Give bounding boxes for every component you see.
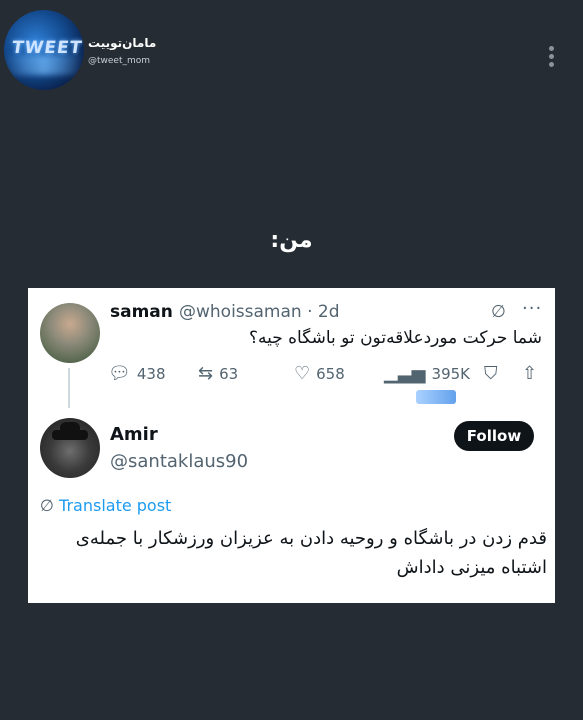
retweet-icon: ⇆ xyxy=(198,363,214,384)
retweet-count: 63 xyxy=(219,364,239,383)
channel-name[interactable]: مامان‌توییت xyxy=(88,36,168,50)
translate-post-link: ∅ Translate post xyxy=(40,496,171,515)
channel-handle[interactable]: @tweet_mom xyxy=(88,56,150,66)
tweet-actions: 💬︎ 438 ⇆ 63 ♡ 658 ▁▃▅ 395K ⛉ ⇧ xyxy=(108,363,548,387)
channel-logo-text: TWEET xyxy=(10,38,84,58)
views-action: ▁▃▅ 395K xyxy=(384,363,470,384)
follow-button: Follow xyxy=(454,421,534,451)
like-action: ♡ 658 xyxy=(294,363,345,384)
thread-line xyxy=(68,368,70,408)
bookmark-icon: ⛉ xyxy=(484,363,498,384)
reply-count: 438 xyxy=(136,364,166,383)
saman-name: saman xyxy=(110,302,173,322)
reply-icon: 💬︎ xyxy=(108,363,131,384)
retweet-action: ⇆ 63 xyxy=(198,363,238,384)
share-icon: ⇧ xyxy=(522,363,538,384)
globe-icon: ∅ xyxy=(40,496,54,515)
hat-brim xyxy=(52,430,88,440)
bookmark-action: ⛉ xyxy=(484,363,498,384)
dot xyxy=(549,62,554,67)
avatar-glow xyxy=(4,55,84,75)
saman-handle: @whoissaman · 2d xyxy=(179,302,340,322)
views-count: 395K xyxy=(431,364,470,383)
more-icon: ··· xyxy=(522,298,543,319)
reply-text: قدم زدن در باشگاه و روحیه دادن به عزیزان… xyxy=(75,528,547,578)
post-caption: من: xyxy=(270,228,313,253)
tweet-screenshot-card: saman @whoissaman · 2d ∅ ··· شما حرکت مو… xyxy=(28,288,555,603)
translate-label: Translate post xyxy=(59,496,172,515)
dot xyxy=(549,46,554,51)
more-options-icon[interactable] xyxy=(549,46,555,70)
amir-handle: @santaklaus90 xyxy=(110,451,249,472)
grok-icon: ∅ xyxy=(491,302,506,322)
heart-icon: ♡ xyxy=(294,363,311,384)
watermark-badge xyxy=(416,390,456,404)
channel-avatar[interactable]: TWEET xyxy=(4,10,84,90)
views-icon: ▁▃▅ xyxy=(384,363,426,384)
dot xyxy=(549,54,554,59)
tweet-text: شما حرکت موردعلاقه‌تون تو باشگاه چیه؟ xyxy=(248,328,542,348)
like-count: 658 xyxy=(316,364,345,383)
saman-avatar xyxy=(40,303,100,363)
share-action: ⇧ xyxy=(522,363,537,384)
amir-name: Amir xyxy=(110,424,158,445)
amir-avatar xyxy=(40,418,100,478)
reply-action: 💬︎ 438 xyxy=(108,363,166,384)
